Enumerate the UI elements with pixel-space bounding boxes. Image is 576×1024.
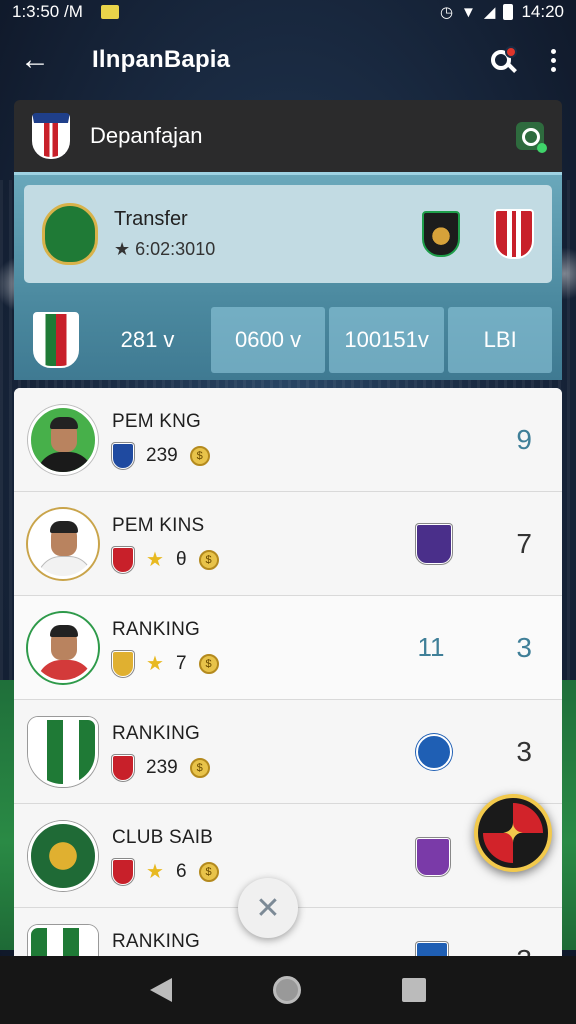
row-meta: 239 $ <box>112 442 312 469</box>
row-info: PEM KINS ★ θ $ <box>112 515 312 573</box>
nav-recents-icon[interactable] <box>401 978 426 1002</box>
coin-icon: $ <box>189 757 210 778</box>
stat-tab-1[interactable]: 281 v <box>88 307 208 373</box>
player-avatar <box>28 404 98 475</box>
club-badge-icon <box>112 650 134 677</box>
status-time: 1:3:50 /M <box>12 2 83 21</box>
club-badge-icon[interactable] <box>416 942 448 956</box>
transfer-code: ★ 6:02:3010 <box>114 239 216 259</box>
status-clock: 14:20 <box>521 2 564 21</box>
status-icons: ◷ ▼ ◢ 14:20 <box>440 2 564 22</box>
coin-icon: $ <box>189 445 210 466</box>
row-name: CLUB SAIB <box>112 826 214 848</box>
club-badge-icon[interactable] <box>494 209 534 259</box>
stats-row: 281 v 0600 v 100151v LВI <box>24 305 552 375</box>
league-header[interactable]: Depanfajan <box>14 100 562 172</box>
stat-tab-2[interactable]: 0600 v <box>211 307 325 373</box>
row-info: PEM KNG 239 $ <box>112 411 312 469</box>
star-icon: ★ <box>146 549 164 571</box>
camera-icon[interactable] <box>516 122 547 153</box>
coin-icon: $ <box>198 549 219 570</box>
transfer-card[interactable]: Transfer ★ 6:02:3010 <box>24 185 552 283</box>
more-vert-icon[interactable] <box>551 48 556 72</box>
row-rank: 7 <box>516 527 532 559</box>
ranking-list: PEM KNG 239 $ 9 PEM KINS ★ θ $ 7 RANKING… <box>14 388 562 956</box>
alarm-icon: ◷ <box>439 4 454 21</box>
list-item[interactable]: PEM KINS ★ θ $ 7 <box>14 492 562 596</box>
list-item[interactable]: PEM KNG 239 $ 9 <box>14 388 562 492</box>
club-badge-icon[interactable] <box>416 838 450 876</box>
row-value: 11 <box>417 632 445 662</box>
row-name: RANKING <box>112 722 200 744</box>
system-nav-bar <box>0 956 576 1024</box>
coin-icon: $ <box>198 653 219 674</box>
status-bar: 1:3:50 /M ◷ ▼ ◢ 14:20 <box>0 0 576 24</box>
notification-icon <box>100 5 119 19</box>
player-avatar <box>28 508 98 579</box>
row-count: 7 <box>175 652 187 674</box>
league-crest-icon <box>32 113 70 159</box>
wifi-icon: ▼ <box>461 3 476 21</box>
search-icon[interactable] <box>489 46 517 74</box>
coin-icon: $ <box>198 861 219 882</box>
transfer-text: Transfer ★ 6:02:3010 <box>114 208 215 260</box>
search-handle <box>507 63 517 73</box>
app-bar: ← IlnpanBapia <box>0 28 576 92</box>
transfer-title: Transfer <box>114 208 188 230</box>
row-rank: 9 <box>516 423 532 455</box>
club-crest-icon <box>28 820 98 891</box>
star-icon: ★ <box>146 861 164 883</box>
floating-club-button[interactable]: ✦ <box>474 794 552 872</box>
row-info: RANKING ★ 7 $ <box>112 619 312 677</box>
club-badge-icon[interactable] <box>416 524 452 564</box>
club-badge-icon[interactable] <box>422 211 460 257</box>
club-badge-icon[interactable] <box>416 734 452 770</box>
row-name: RANKING <box>112 618 200 640</box>
club-badge-icon <box>112 754 134 781</box>
row-name: PEM KINS <box>112 514 205 536</box>
app-actions <box>489 46 556 74</box>
club-badge-icon <box>112 546 134 573</box>
club-crest-icon <box>28 924 98 956</box>
row-name: PEM KNG <box>112 410 202 432</box>
star-icon: ★ <box>146 653 164 675</box>
row-count: 239 <box>146 444 178 466</box>
floating-action-button[interactable]: ✕ <box>238 878 298 938</box>
row-rank: 3 <box>516 631 532 663</box>
row-meta: ★ θ $ <box>112 546 312 573</box>
transfer-section: Transfer ★ 6:02:3010 281 v 0600 v 100151… <box>14 172 562 380</box>
club-crest-icon <box>32 312 79 368</box>
player-avatar <box>28 612 98 683</box>
notification-dot <box>505 46 517 58</box>
stats-crest <box>24 312 88 368</box>
battery-icon <box>503 4 514 20</box>
signal-icon: ◢ <box>483 4 496 21</box>
pin-icon: ✕ <box>255 891 281 925</box>
row-count: 6 <box>175 860 187 882</box>
row-meta: 239 $ <box>112 754 312 781</box>
row-count: 239 <box>146 756 178 778</box>
back-arrow-icon[interactable]: ← <box>20 43 64 77</box>
stat-tab-4[interactable]: LВI <box>448 307 552 373</box>
nav-back-icon[interactable] <box>150 978 173 1002</box>
club-badge-icon <box>112 442 134 469</box>
club-logo-icon: ✦ <box>483 803 543 863</box>
row-info: CLUB SAIB ★ 6 $ <box>112 827 312 885</box>
stat-tab-3[interactable]: 100151v <box>328 307 445 373</box>
row-meta: ★ 7 $ <box>112 650 312 677</box>
club-crest-icon <box>28 716 98 787</box>
club-crest-icon <box>42 203 98 265</box>
row-rank: 3 <box>516 944 532 957</box>
row-info: RANKING 239 $ <box>112 723 312 781</box>
row-rank: 3 <box>516 735 532 767</box>
nav-home-icon[interactable] <box>272 976 301 1004</box>
row-count: θ <box>175 548 187 570</box>
transfer-badges <box>422 209 534 259</box>
league-name: Depanfajan <box>90 123 203 148</box>
app-title: IlnpanBapia <box>92 46 231 73</box>
club-badge-icon <box>112 858 134 885</box>
list-item[interactable]: RANKING 239 $ 3 <box>14 700 562 804</box>
list-item[interactable]: RANKING ★ 7 $ 11 3 <box>14 596 562 700</box>
